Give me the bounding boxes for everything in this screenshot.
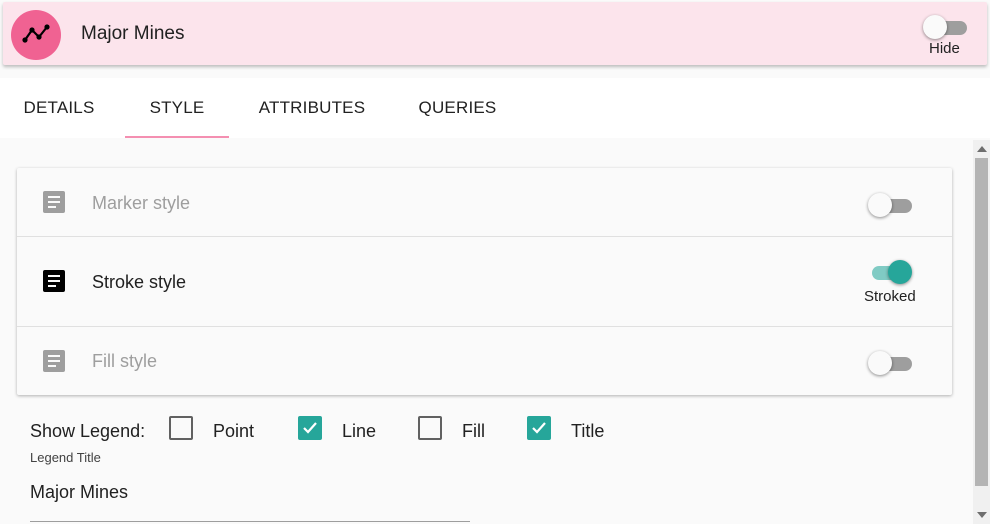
legend-point-checkbox[interactable] <box>169 416 193 440</box>
style-options-card: Marker style Stroke style Stroked Fill s… <box>17 168 952 395</box>
toggle-thumb <box>923 15 947 39</box>
tab-details[interactable]: DETAILS <box>18 78 100 138</box>
layer-style-panel: Major Mines Hide DETAILS STYLE ATTRIBUTE… <box>0 0 990 524</box>
hide-label: Hide <box>929 40 960 57</box>
vertical-scrollbar[interactable] <box>973 140 990 524</box>
legend-title-label: Title <box>571 421 605 441</box>
description-icon <box>43 191 65 213</box>
stroke-style-label: Stroke style <box>92 272 187 292</box>
toggle-thumb <box>868 351 892 375</box>
hide-control: Hide <box>921 14 973 60</box>
legend-title-input[interactable] <box>30 480 470 522</box>
tab-bar: DETAILS STYLE ATTRIBUTES QUERIES <box>0 78 990 138</box>
layer-title: Major Mines <box>81 23 185 44</box>
legend-line-label: Line <box>342 421 377 441</box>
tab-attributes[interactable]: ATTRIBUTES <box>252 78 372 138</box>
description-icon <box>43 350 65 372</box>
stroke-style-toggle[interactable] <box>866 259 912 285</box>
show-legend-label: Show Legend: <box>30 421 146 441</box>
layer-avatar <box>11 10 61 60</box>
hide-toggle[interactable] <box>923 14 969 40</box>
legend-fill-checkbox[interactable] <box>418 416 442 440</box>
fill-style-toggle[interactable] <box>868 350 914 376</box>
fill-style-label: Fill style <box>92 351 158 371</box>
scroll-down-arrow-icon[interactable] <box>977 512 987 518</box>
tab-style[interactable]: STYLE <box>125 78 229 138</box>
description-icon <box>43 270 65 292</box>
marker-style-row[interactable]: Marker style <box>17 168 952 237</box>
tab-queries[interactable]: QUERIES <box>410 78 505 138</box>
legend-fill-label: Fill <box>462 421 485 441</box>
marker-style-toggle[interactable] <box>868 192 914 218</box>
marker-style-label: Marker style <box>92 193 191 213</box>
active-tab-indicator <box>125 136 229 138</box>
show-legend-row: Show Legend: Point Line Fill Title <box>30 414 730 446</box>
scrollbar-thumb[interactable] <box>975 158 988 486</box>
scroll-up-arrow-icon[interactable] <box>977 146 987 152</box>
legend-title-checkbox[interactable] <box>527 416 551 440</box>
stroke-status-label: Stroked <box>864 288 916 305</box>
fill-style-row[interactable]: Fill style <box>17 327 952 395</box>
legend-line-checkbox[interactable] <box>298 416 322 440</box>
polyline-chart-icon <box>22 24 50 43</box>
legend-point-label: Point <box>213 421 255 441</box>
toggle-thumb <box>868 193 892 217</box>
legend-title-field-label: Legend Title <box>30 450 101 465</box>
check-icon <box>532 422 546 434</box>
layer-header: Major Mines Hide <box>3 2 987 65</box>
stroke-style-row[interactable]: Stroke style Stroked <box>17 237 952 327</box>
check-icon <box>303 422 317 434</box>
toggle-thumb <box>888 260 912 284</box>
